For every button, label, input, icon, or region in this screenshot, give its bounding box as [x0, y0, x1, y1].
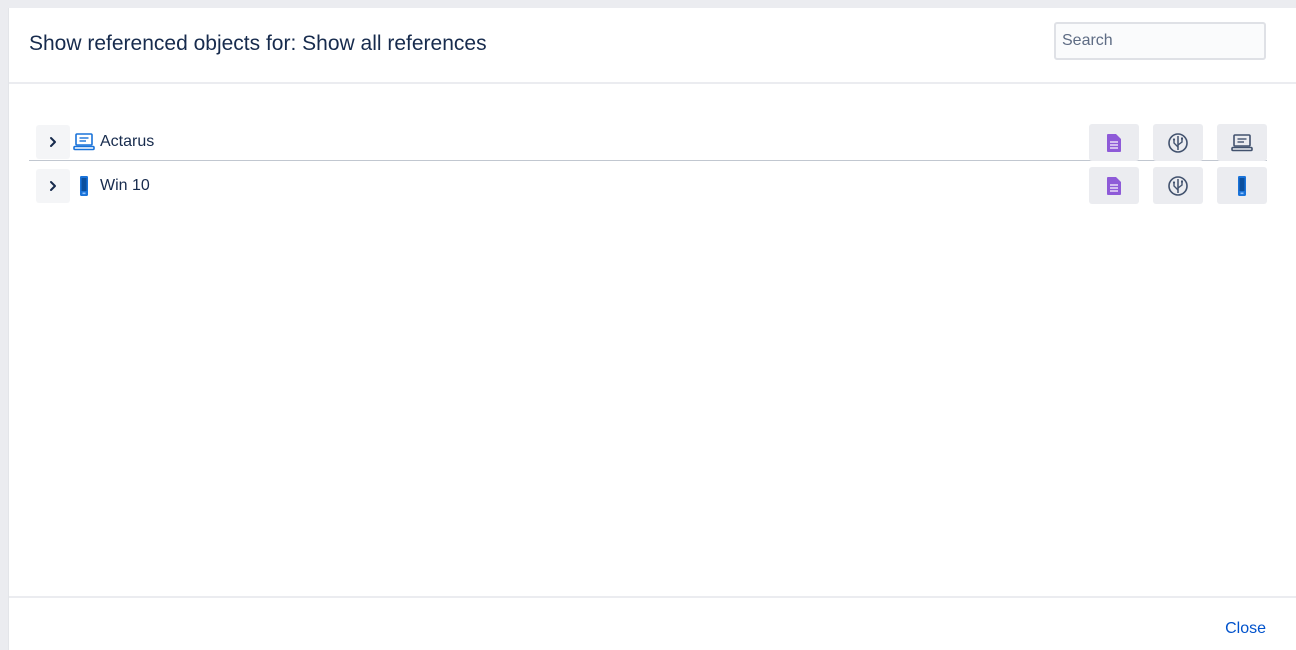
reference-row-win-10: Win 10	[29, 161, 1267, 205]
reference-row-actarus: Actarus	[29, 116, 1267, 161]
mobile-device-button[interactable]	[1217, 167, 1267, 204]
document-list-icon	[1107, 133, 1121, 152]
usb-icon	[1168, 132, 1188, 153]
reference-row-main: Win 10	[36, 169, 150, 203]
chevron-right-icon	[50, 137, 56, 147]
laptop-icon	[71, 129, 97, 155]
chevron-right-icon	[50, 181, 56, 191]
document-list-button[interactable]	[1089, 167, 1139, 204]
document-list-button[interactable]	[1089, 124, 1139, 161]
reference-actions	[1089, 124, 1267, 161]
dialog-title: Show referenced objects for: Show all re…	[29, 32, 487, 55]
search-input[interactable]	[1054, 22, 1266, 60]
expand-button[interactable]	[36, 169, 70, 203]
expand-button[interactable]	[36, 125, 70, 159]
usb-button[interactable]	[1153, 124, 1203, 161]
references-dialog: Show referenced objects for: Show all re…	[8, 8, 1296, 650]
mobile-device-icon	[71, 173, 97, 199]
mobile-device-icon	[1238, 175, 1246, 196]
usb-icon	[1168, 175, 1188, 196]
reference-row-main: Actarus	[36, 125, 154, 159]
reference-label: Actarus	[100, 133, 155, 150]
dialog-footer: Close	[9, 596, 1296, 650]
laptop-button[interactable]	[1217, 124, 1267, 161]
usb-button[interactable]	[1153, 167, 1203, 204]
reference-label: Win 10	[100, 177, 150, 194]
reference-actions	[1089, 167, 1267, 204]
document-list-icon	[1107, 176, 1121, 195]
dialog-header: Show referenced objects for: Show all re…	[9, 8, 1296, 84]
close-button[interactable]: Close	[1225, 620, 1266, 638]
laptop-icon	[1231, 133, 1253, 151]
references-tree: Actarus Win 10	[29, 116, 1267, 205]
